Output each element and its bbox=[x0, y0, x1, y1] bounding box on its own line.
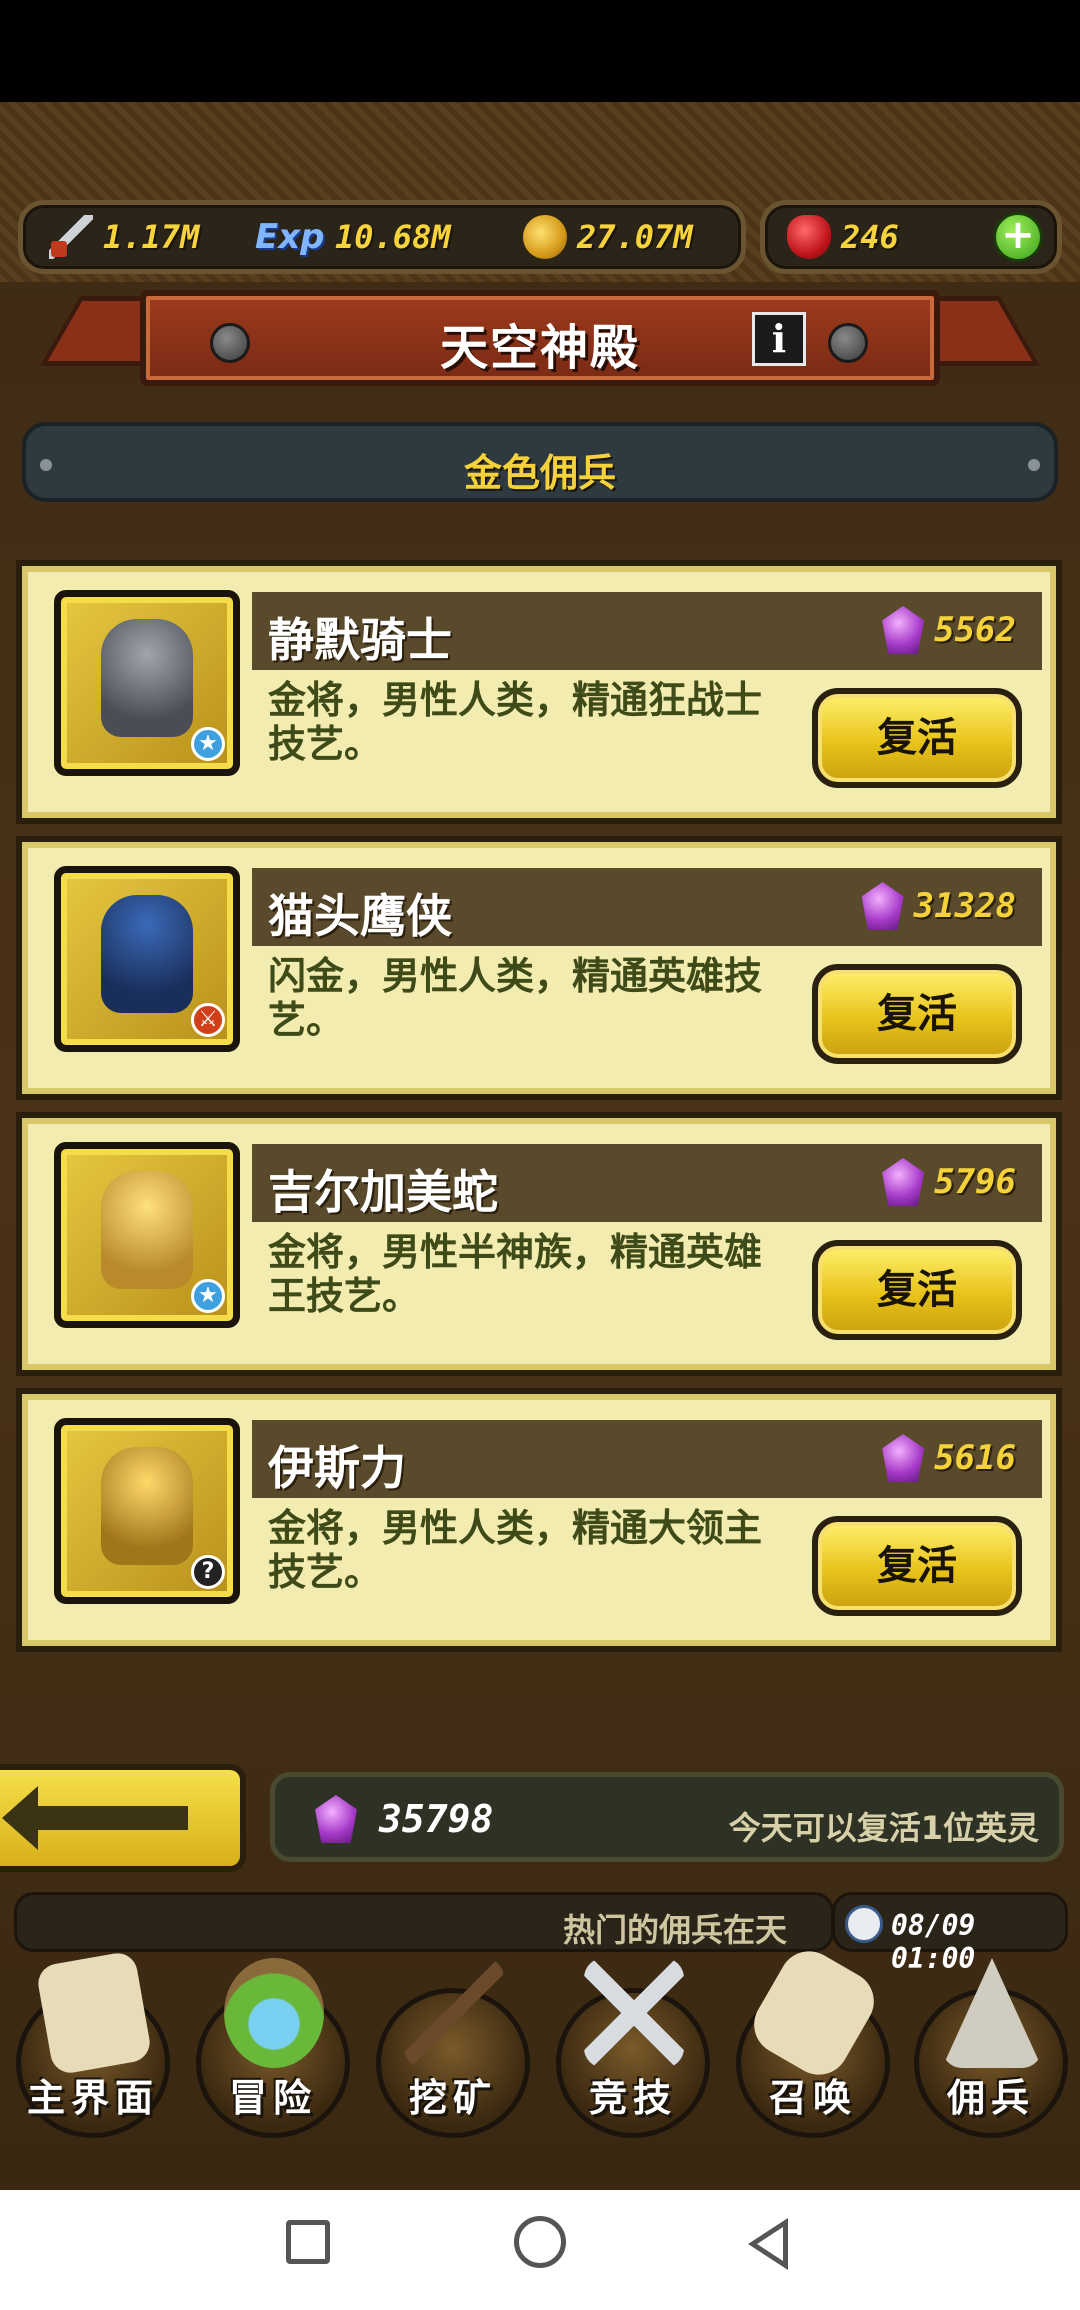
nav-label: 主界面 bbox=[26, 2076, 159, 2120]
hero-card: ★ 静默骑士 5562 金将，男性人类，精通狂战士技艺。 复活 bbox=[16, 560, 1062, 824]
armor-knight-icon bbox=[101, 619, 193, 737]
gem-icon bbox=[861, 882, 904, 930]
nav-item-adventure[interactable]: 冒险 bbox=[188, 1948, 358, 2138]
gold-resource: 27.07M bbox=[523, 215, 693, 259]
question-badge-icon: ? bbox=[191, 1555, 225, 1589]
nav-item-mercenary[interactable]: 佣兵 bbox=[906, 1948, 1076, 2138]
gem-total-bar: 35798 今天可以复活1位英灵 bbox=[270, 1772, 1064, 1862]
info-button[interactable]: i bbox=[752, 312, 806, 366]
status-bar bbox=[0, 0, 1080, 102]
resource-bar: 1.17M Exp 10.68M 27.07M bbox=[18, 200, 746, 274]
hero-description: 金将，男性人类，精通大领主技艺。 bbox=[268, 1506, 763, 1594]
sword-badge-icon: ⚔ bbox=[191, 1003, 225, 1037]
hero-name: 伊斯力 bbox=[268, 1441, 406, 1495]
hero-price-value: 5796 bbox=[934, 1162, 1016, 1202]
hero-price: 5616 bbox=[882, 1434, 1016, 1482]
hero-name-bar: 伊斯力 5616 bbox=[252, 1420, 1042, 1498]
bottom-nav: 主界面 冒险 挖矿 竞技 召唤 佣兵 bbox=[0, 1940, 1080, 2138]
attack-resource: 1.17M bbox=[49, 215, 199, 259]
add-ruby-button[interactable]: + bbox=[993, 212, 1043, 262]
hero-name-bar: 静默骑士 5562 bbox=[252, 592, 1042, 670]
hero-description: 金将，男性人类，精通狂战士技艺。 bbox=[268, 678, 763, 766]
blond-lord-icon bbox=[101, 1447, 193, 1565]
revive-button[interactable]: 复活 bbox=[812, 688, 1022, 788]
game-screen: 1.17M Exp 10.68M 27.07M 246 + 天空神殿 i 金色佣… bbox=[0, 102, 1080, 2190]
hero-price-value: 5616 bbox=[934, 1438, 1016, 1478]
star-badge-icon: ★ bbox=[191, 1279, 225, 1313]
hero-description: 金将，男性半神族，精通英雄王技艺。 bbox=[268, 1230, 763, 1318]
hero-name: 吉尔加美蛇 bbox=[268, 1165, 498, 1219]
nav-item-arena[interactable]: 竞技 bbox=[548, 1948, 718, 2138]
exp-value: 10.68M bbox=[335, 218, 451, 256]
hero-card: ⚔ 猫头鹰侠 31328 闪金，男性人类，精通英雄技艺。 复活 bbox=[16, 836, 1062, 1100]
hero-price: 5562 bbox=[882, 606, 1016, 654]
coin-icon bbox=[523, 215, 567, 259]
news-ticker: 热门的佣兵在天 bbox=[14, 1892, 834, 1952]
revive-button[interactable]: 复活 bbox=[812, 1240, 1022, 1340]
hero-name-bar: 吉尔加美蛇 5796 bbox=[252, 1144, 1042, 1222]
hero-portrait: ⚔ bbox=[54, 866, 240, 1052]
revive-limit-note: 今天可以复活1位英灵 bbox=[728, 1809, 1039, 1847]
category-label: 金色佣兵 bbox=[463, 451, 616, 495]
clock-box: 08/09 01:00 bbox=[832, 1892, 1068, 1975]
recent-apps-icon[interactable] bbox=[286, 2220, 330, 2264]
attack-value: 1.17M bbox=[103, 218, 200, 256]
ruby-bar: 246 + bbox=[760, 200, 1062, 274]
ruby-resource: 246 bbox=[787, 215, 899, 259]
nav-label: 召唤 bbox=[768, 2076, 857, 2120]
system-nav-bar bbox=[0, 2190, 1080, 2310]
exp-icon: Exp bbox=[255, 217, 325, 257]
nav-item-mining[interactable]: 挖矿 bbox=[368, 1948, 538, 2138]
hero-portrait: ★ bbox=[54, 1142, 240, 1328]
gem-icon bbox=[315, 1795, 357, 1843]
nav-label: 竞技 bbox=[588, 2076, 677, 2120]
ruby-icon bbox=[787, 215, 831, 259]
hero-name: 猫头鹰侠 bbox=[268, 889, 452, 943]
pickaxe-icon bbox=[404, 1958, 504, 2068]
hero-card: ? 伊斯力 5616 金将，男性人类，精通大领主技艺。 复活 bbox=[16, 1388, 1062, 1652]
gold-value: 27.07M bbox=[577, 218, 693, 256]
revive-button[interactable]: 复活 bbox=[812, 1516, 1022, 1616]
title-banner: 天空神殿 i bbox=[39, 290, 1041, 400]
home-icon[interactable] bbox=[514, 2216, 566, 2268]
nav-label: 挖矿 bbox=[408, 2076, 497, 2120]
back-triangle-icon[interactable] bbox=[748, 2218, 788, 2270]
ruby-value: 246 bbox=[841, 218, 899, 256]
back-button[interactable] bbox=[0, 1764, 246, 1872]
ticker-text: 热门的佣兵在天 bbox=[563, 1911, 788, 1949]
island-icon bbox=[224, 1958, 324, 2068]
nav-item-main[interactable]: 主界面 bbox=[8, 1948, 178, 2138]
hero-card: ★ 吉尔加美蛇 5796 金将，男性半神族，精通英雄王技艺。 复活 bbox=[16, 1112, 1062, 1376]
gem-total-value: 35798 bbox=[379, 1797, 494, 1841]
hero-portrait: ★ bbox=[54, 590, 240, 776]
golden-king-icon bbox=[101, 1171, 193, 1289]
nav-label: 佣兵 bbox=[946, 2076, 1035, 2120]
crossed-swords-icon bbox=[584, 1958, 684, 2068]
hero-price-value: 31328 bbox=[913, 886, 1016, 926]
hero-price: 31328 bbox=[861, 882, 1016, 930]
revive-button[interactable]: 复活 bbox=[812, 964, 1022, 1064]
hero-name-bar: 猫头鹰侠 31328 bbox=[252, 868, 1042, 946]
gem-icon bbox=[882, 1434, 925, 1482]
hero-description: 闪金，男性人类，精通英雄技艺。 bbox=[268, 954, 763, 1042]
hero-price: 5796 bbox=[882, 1158, 1016, 1206]
owl-hero-icon bbox=[101, 895, 193, 1013]
sword-icon bbox=[49, 215, 93, 259]
category-bar: 金色佣兵 bbox=[22, 422, 1058, 502]
exp-resource: Exp 10.68M bbox=[255, 215, 451, 259]
gem-icon bbox=[882, 606, 925, 654]
left-arrow-icon bbox=[2, 1786, 188, 1850]
hero-name: 静默骑士 bbox=[268, 613, 452, 667]
hero-portrait: ? bbox=[54, 1418, 240, 1604]
nav-item-summon[interactable]: 召唤 bbox=[728, 1940, 898, 2138]
page-title: 天空神殿 bbox=[439, 320, 640, 376]
clock-icon bbox=[845, 1905, 883, 1943]
map-scroll-icon bbox=[35, 1950, 153, 2076]
gem-icon bbox=[882, 1158, 925, 1206]
star-badge-icon: ★ bbox=[191, 727, 225, 761]
hero-price-value: 5562 bbox=[934, 610, 1016, 650]
nav-label: 冒险 bbox=[228, 2076, 317, 2120]
